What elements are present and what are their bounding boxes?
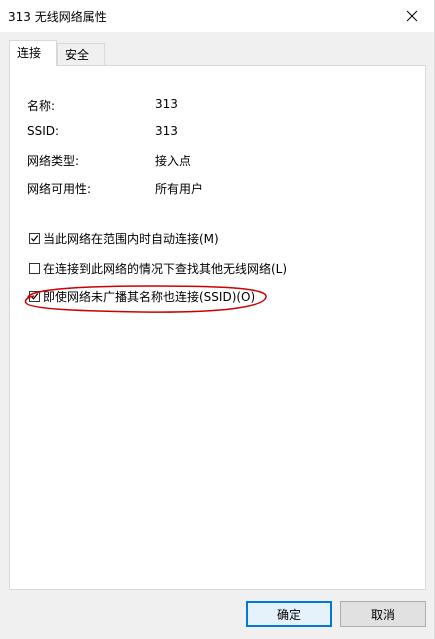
checkbox-auto-connect[interactable]: [29, 233, 40, 244]
checkbox-hidden-ssid[interactable]: [29, 291, 40, 302]
tab-connection[interactable]: 连接: [9, 40, 57, 66]
network-availability-label: 网络可用性:: [27, 182, 92, 196]
window-title: 313 无线网络属性: [8, 10, 107, 24]
name-label: 名称:: [27, 99, 56, 113]
ssid-value: 313: [155, 124, 178, 138]
auto-connect-checkbox[interactable]: 当此网络在范围内时自动连接(M): [29, 230, 219, 247]
auto-connect-label: 当此网络在范围内时自动连接(M): [43, 232, 219, 246]
close-button[interactable]: [390, 0, 434, 32]
network-properties-dialog: 313 无线网络属性 连接 安全 名称: 313 SSID: 313 网络类型:…: [0, 0, 435, 639]
title-bar: 313 无线网络属性: [0, 0, 434, 32]
find-other-networks-checkbox[interactable]: 在连接到此网络的情况下查找其他无线网络(L): [29, 260, 287, 277]
panel-content: 名称: 313 SSID: 313 网络类型: 接入点 网络可用性: 所有用户 …: [9, 65, 426, 590]
network-type-value: 接入点: [155, 154, 192, 168]
ok-button[interactable]: 确定: [246, 601, 332, 627]
ssid-label: SSID:: [27, 124, 60, 138]
network-type-label: 网络类型:: [27, 154, 80, 168]
find-other-networks-label: 在连接到此网络的情况下查找其他无线网络(L): [43, 262, 288, 276]
checkbox-find-other-networks[interactable]: [29, 263, 40, 274]
hidden-ssid-label: 即使网络未广播其名称也连接(SSID)(O): [43, 290, 256, 304]
check-icon: [31, 235, 39, 242]
hidden-ssid-checkbox[interactable]: 即使网络未广播其名称也连接(SSID)(O): [29, 288, 255, 305]
cancel-button[interactable]: 取消: [340, 601, 426, 627]
check-icon: [31, 293, 39, 300]
network-availability-value: 所有用户: [155, 182, 204, 196]
tab-security[interactable]: 安全: [57, 43, 105, 65]
close-icon: [406, 10, 418, 22]
name-value: 313: [155, 97, 178, 111]
